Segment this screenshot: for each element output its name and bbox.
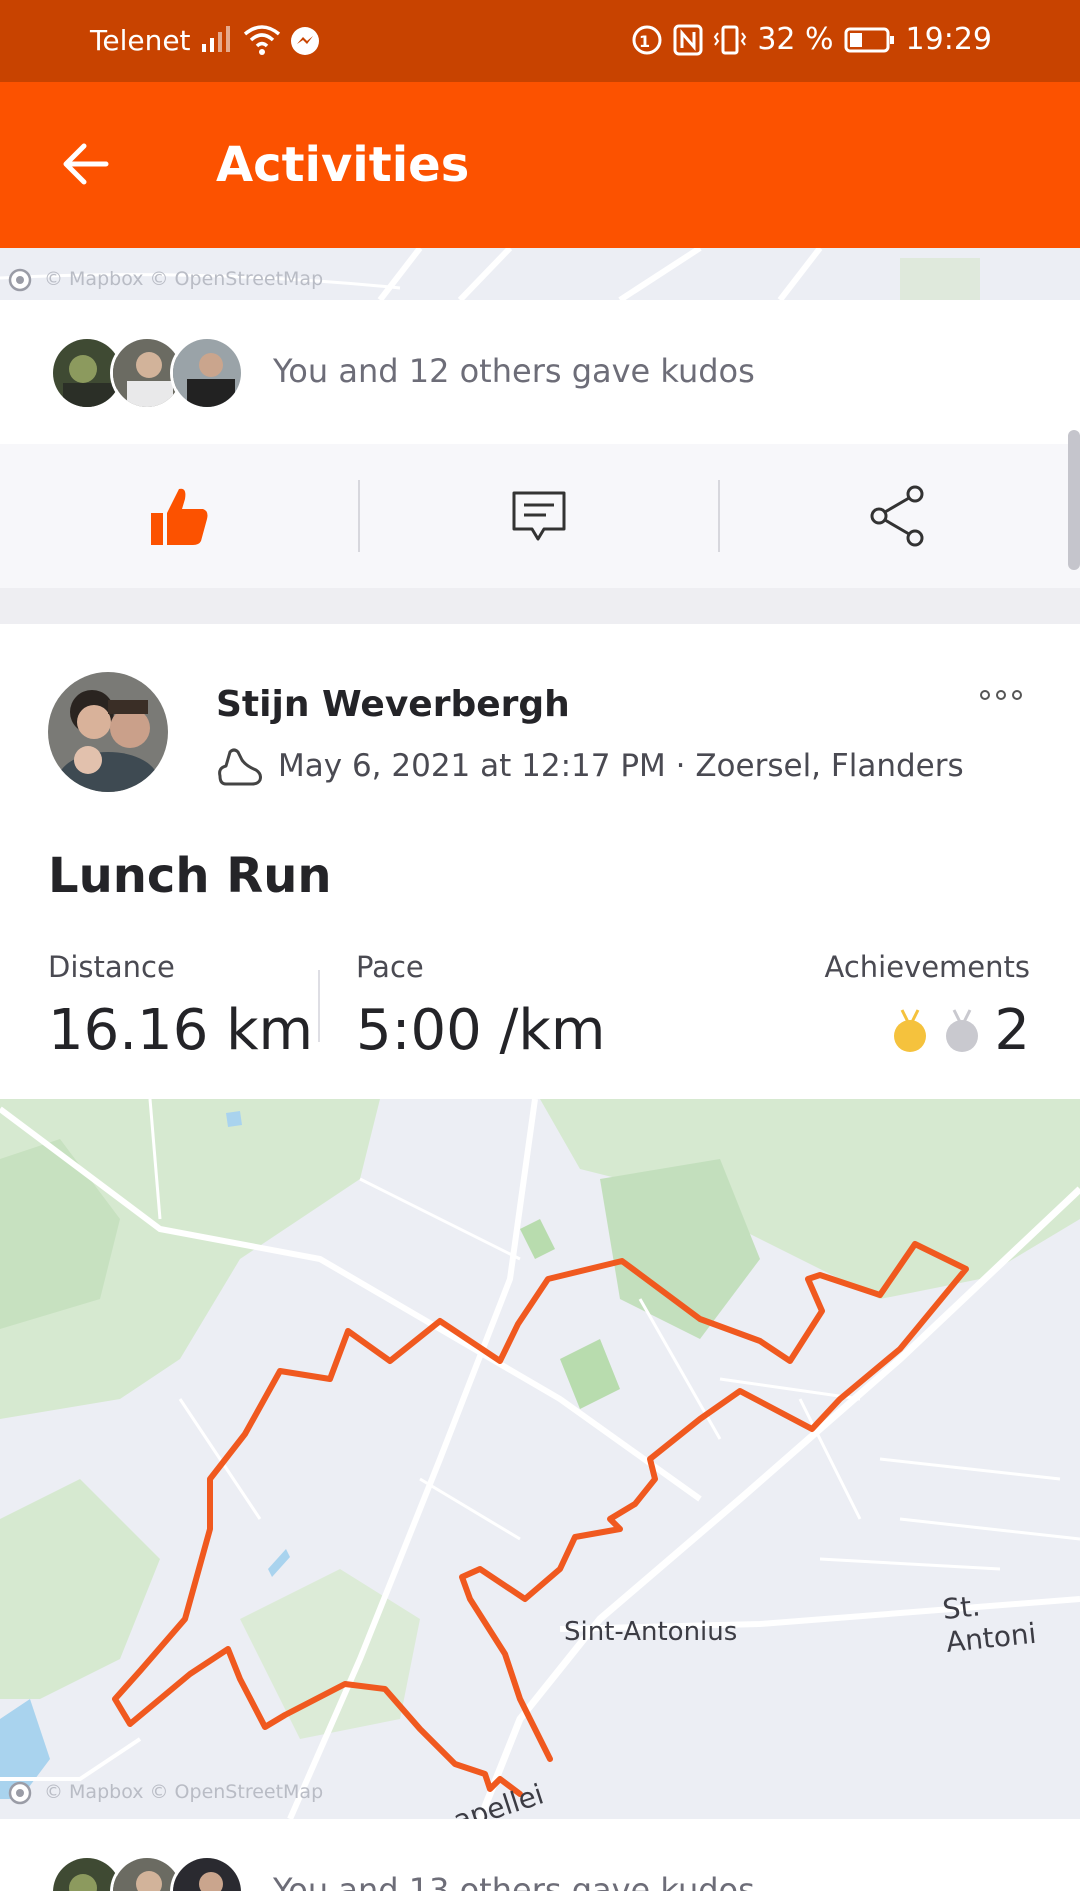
kudos-summary[interactable]: You and 12 others gave kudos bbox=[273, 352, 755, 390]
dot bbox=[980, 690, 990, 700]
data-saver-icon: 1 bbox=[632, 25, 662, 54]
share-icon bbox=[870, 485, 924, 547]
achievements-count: 2 bbox=[994, 998, 1030, 1063]
previous-activity-map[interactable]: © Mapbox © OpenStreetMap bbox=[0, 248, 1080, 300]
avatar bbox=[170, 336, 244, 410]
more-options-button[interactable] bbox=[980, 680, 1036, 710]
wifi-icon bbox=[243, 25, 281, 55]
achievements-label: Achievements bbox=[824, 950, 1030, 984]
pace-stat: Pace 5:00 /km bbox=[356, 950, 605, 1063]
road-label: St. Antoni bbox=[940, 1589, 1038, 1659]
run-shoe-icon bbox=[218, 748, 262, 786]
map-attribution: © Mapbox © OpenStreetMap bbox=[44, 268, 324, 290]
distance-stat: Distance 16.16 km bbox=[48, 950, 313, 1063]
map-attribution: © Mapbox © OpenStreetMap bbox=[44, 1781, 324, 1803]
app-bar: Activities bbox=[0, 82, 1080, 248]
achievements-row: 2 bbox=[824, 998, 1030, 1063]
kudos-button[interactable] bbox=[0, 444, 358, 588]
distance-label: Distance bbox=[48, 950, 175, 984]
scrollbar[interactable] bbox=[1068, 430, 1080, 570]
status-bar: Telenet 1 32 % 19:29 bbox=[0, 0, 1080, 82]
athlete-name[interactable]: Stijn Weverbergh bbox=[216, 684, 570, 725]
distance-value: 16.16 km bbox=[48, 998, 314, 1063]
signal-icon bbox=[202, 26, 230, 52]
battery-percent: 32 % bbox=[757, 22, 834, 57]
achievements-stat[interactable]: Achievements 2 bbox=[824, 950, 1030, 1063]
share-button[interactable] bbox=[720, 444, 1078, 588]
mapbox-logo-icon bbox=[8, 268, 32, 292]
dot bbox=[996, 690, 1006, 700]
kudos-row[interactable]: You and 12 others gave kudos bbox=[0, 300, 1080, 444]
kudos-summary[interactable]: You and 13 others gave kudos bbox=[273, 1871, 755, 1891]
card-separator bbox=[0, 588, 1080, 624]
vibrate-icon bbox=[714, 25, 747, 54]
gold-medal-icon bbox=[894, 1008, 927, 1052]
activity-date-location: May 6, 2021 at 12:17 PM · Zoersel, Fland… bbox=[278, 748, 964, 784]
messenger-icon bbox=[291, 27, 319, 55]
map-canvas bbox=[0, 1099, 1080, 1819]
silver-medal-icon bbox=[946, 1008, 979, 1052]
clock: 19:29 bbox=[905, 22, 992, 57]
pace-label: Pace bbox=[356, 950, 424, 984]
divider bbox=[318, 970, 320, 1042]
nfc-icon bbox=[673, 24, 703, 55]
back-arrow-icon[interactable] bbox=[56, 134, 116, 194]
pace-value: 5:00 /km bbox=[356, 998, 606, 1063]
page-title: Activities bbox=[216, 137, 470, 193]
place-label: Sint-Antonius bbox=[564, 1617, 738, 1647]
kudos-row[interactable]: You and 13 others gave kudos bbox=[0, 1819, 1080, 1891]
comment-icon bbox=[512, 491, 566, 541]
route-map[interactable]: Sint-Antonius St. Antoni apellei © Mapbo… bbox=[0, 1099, 1080, 1819]
activity-title[interactable]: Lunch Run bbox=[48, 848, 332, 904]
carrier-name: Telenet bbox=[90, 24, 191, 57]
thumbs-up-icon bbox=[151, 488, 208, 545]
action-bar bbox=[0, 444, 1080, 588]
mapbox-logo-icon bbox=[8, 1781, 32, 1805]
battery-icon bbox=[844, 27, 894, 52]
dot bbox=[1012, 690, 1022, 700]
svg-text:1: 1 bbox=[639, 32, 650, 51]
activity-meta: May 6, 2021 at 12:17 PM · Zoersel, Fland… bbox=[216, 746, 964, 786]
comment-button[interactable] bbox=[360, 444, 718, 588]
avatar bbox=[170, 1855, 244, 1891]
athlete-avatar[interactable] bbox=[48, 672, 168, 792]
status-right-icons: 1 32 % 19:29 bbox=[631, 22, 992, 57]
